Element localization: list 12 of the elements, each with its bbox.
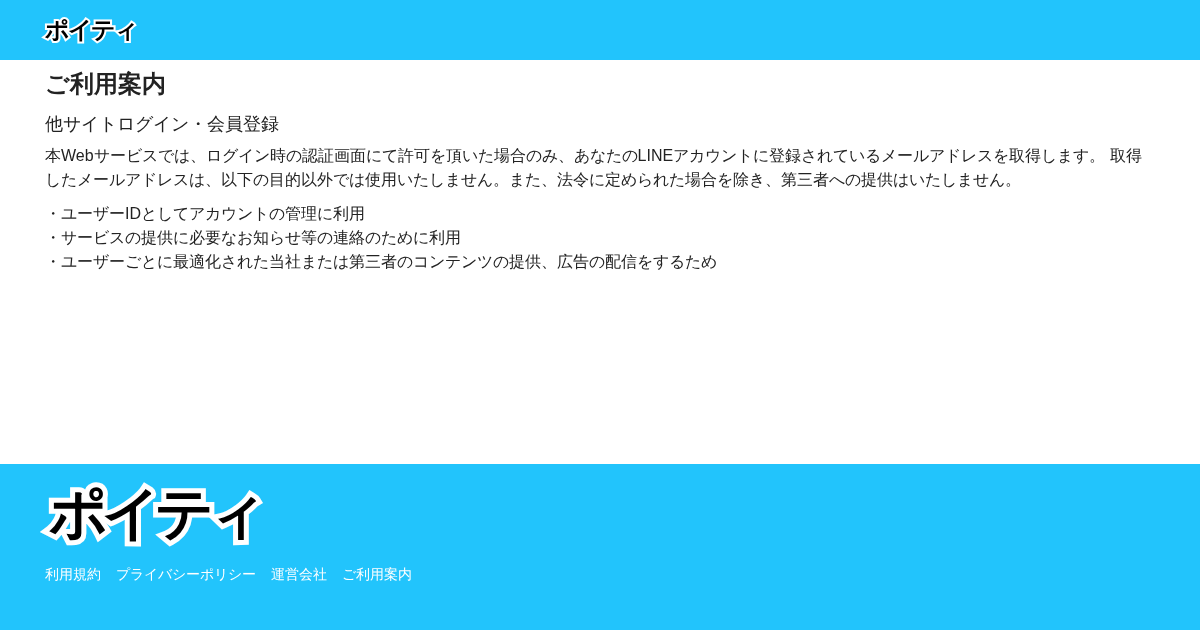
section-heading: 他サイトログイン・会員登録 xyxy=(45,113,280,136)
list-item: ・ユーザーIDとしてアカウントの管理に利用 xyxy=(45,204,366,224)
footer-link[interactable]: 運営会社 xyxy=(271,564,327,585)
logo[interactable]: ポイティ xyxy=(45,18,137,42)
logo[interactable]: ポイティ xyxy=(45,484,265,542)
footer-link[interactable]: ご利用案内 xyxy=(342,564,412,585)
list-item: ・サービスの提供に必要なお知らせ等の連絡のために利用 xyxy=(45,228,462,248)
footer-link[interactable]: 利用規約 xyxy=(45,564,101,585)
footer-link[interactable]: プライバシーポリシー xyxy=(116,564,256,585)
paragraph: 本Webサービスでは、ログイン時の認証画面にて許可を頂いた場合のみ、あなたのLINEアカウントに登録されているメールアドレスを取得します。 取得したメールアドレスは、以下の目的以外では使用いたしません。また、法令に定められた場合を除き、第三者への提供はいたしません。 xyxy=(45,146,1143,190)
list-item: ・ユーザーごとに最適化された当社または第三者のコンテンツの提供、広告の配信をするため xyxy=(45,252,718,272)
page-title: ご利用案内 xyxy=(45,69,167,99)
